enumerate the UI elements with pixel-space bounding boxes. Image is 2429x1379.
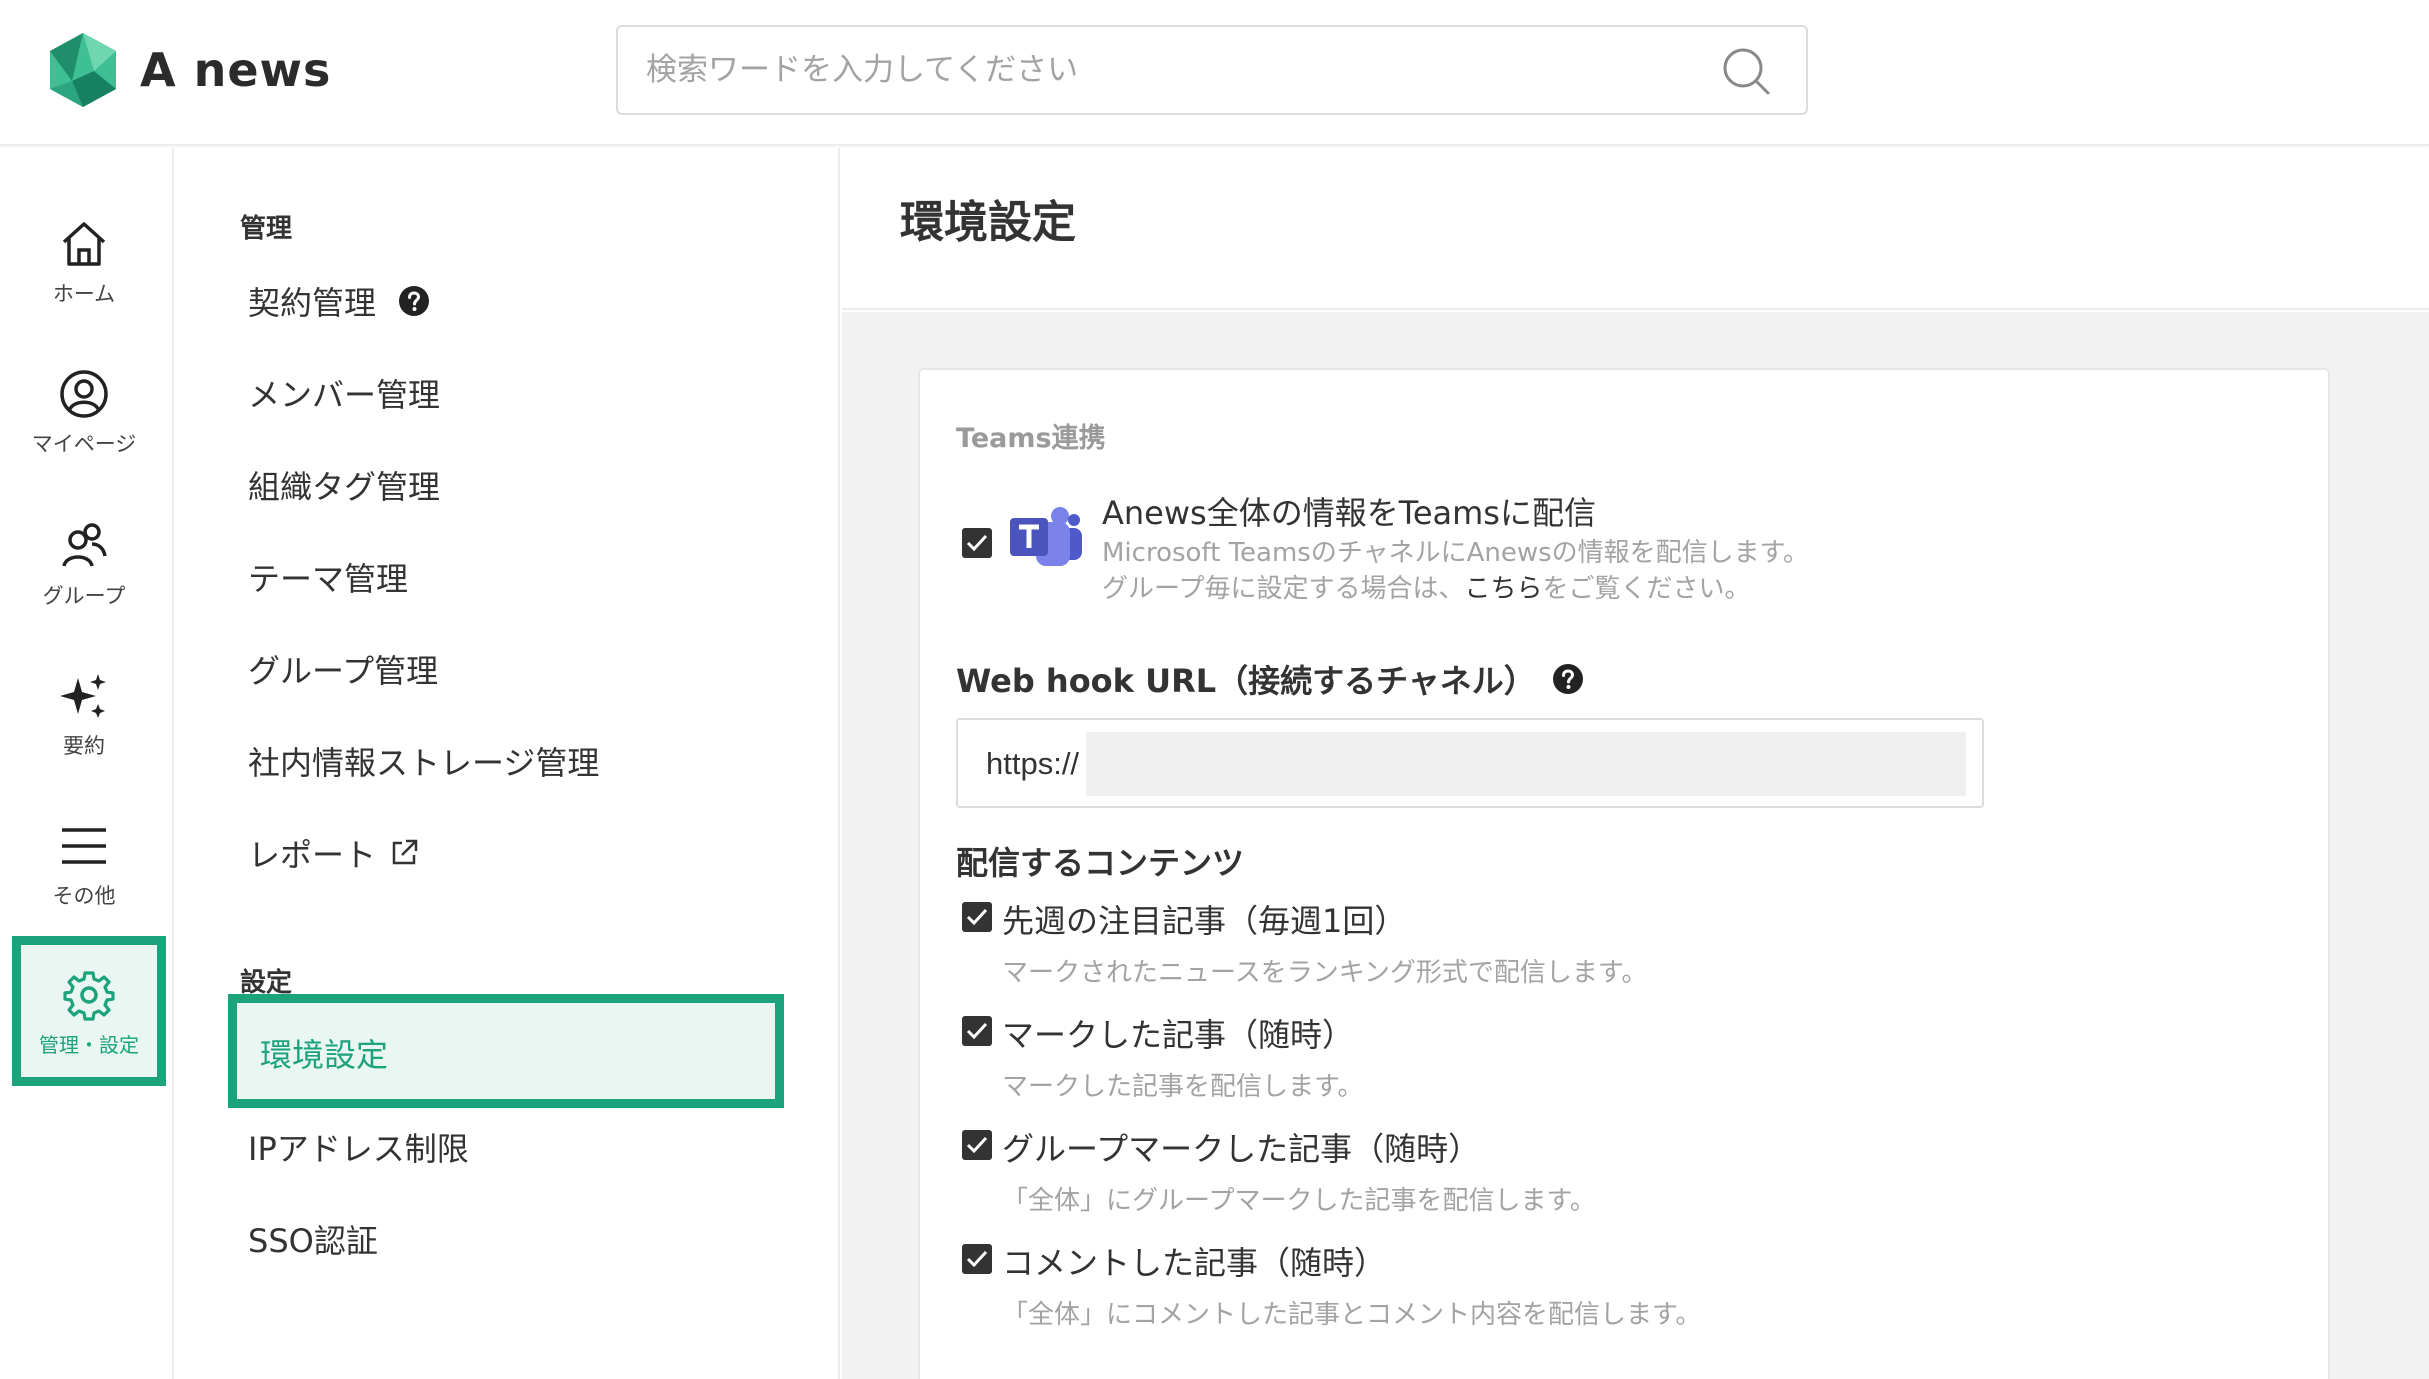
search-input[interactable] <box>646 27 1686 113</box>
external-link-icon <box>392 839 418 865</box>
redacted-url <box>1086 732 1966 796</box>
rail-item-group[interactable]: グループ <box>20 498 148 628</box>
option-checkbox-weekly[interactable] <box>962 902 992 932</box>
menu-item-sso[interactable]: SSO認証 <box>248 1216 378 1262</box>
group-icon <box>62 523 107 567</box>
rail-item-home[interactable]: ホーム <box>20 196 148 326</box>
menu-item-label: 環境設定 <box>260 1036 389 1074</box>
note-text: グループ毎に設定する場合は、 <box>1102 574 1465 604</box>
group-settings-link[interactable]: こちら <box>1464 574 1542 604</box>
webhook-label-text: Web hook URL（接続するチャネル） <box>956 662 1536 700</box>
contents-heading: 配信するコンテンツ <box>956 844 1245 882</box>
note-text: をご覧ください。 <box>1542 574 1751 604</box>
menu-icon <box>62 828 106 864</box>
rail-label: グループ <box>42 584 126 608</box>
option-checkbox-marked[interactable] <box>962 1016 992 1046</box>
menu-item-members[interactable]: メンバー管理 <box>248 370 440 416</box>
rail-label: 要約 <box>63 734 105 758</box>
rail-label: 管理・設定 <box>39 1033 139 1057</box>
menu-item-label: メンバー管理 <box>248 376 441 414</box>
check-icon <box>966 534 988 552</box>
menu-item-report[interactable]: レポート <box>248 830 420 876</box>
rail-label: ホーム <box>52 282 116 306</box>
menu-item-label: 組織タグ管理 <box>248 468 441 506</box>
teams-group-note: グループ毎に設定する場合は、こちらをご覧ください。 <box>1102 568 1750 605</box>
rail-item-other[interactable]: その他 <box>20 798 148 928</box>
rail-label: その他 <box>52 884 116 908</box>
webhook-url-input[interactable]: https:// <box>956 718 1984 808</box>
check-icon <box>966 1136 988 1154</box>
menu-item-label: SSO認証 <box>248 1222 378 1260</box>
webhook-label: Web hook URL（接続するチャネル） <box>956 656 1584 702</box>
search-icon[interactable] <box>1720 45 1772 97</box>
menu-item-label: テーマ管理 <box>248 560 409 598</box>
settings-card: Teams連携 Anews全体の情報をTeamsに配信 Microsoft Te… <box>918 368 2330 1379</box>
app-logo[interactable]: A news <box>44 30 331 110</box>
settings-menu: 管理 契約管理 メンバー管理 組織タグ管理 テーマ管理 グループ管理 社内情報ス… <box>176 148 840 1379</box>
page-title: 環境設定 <box>900 197 1076 248</box>
menu-item-label: レポート <box>248 836 377 874</box>
menu-item-contract[interactable]: 契約管理 <box>248 278 430 324</box>
logo-text: A news <box>140 43 332 97</box>
menu-item-ip-restriction[interactable]: IPアドレス制限 <box>248 1124 469 1170</box>
section-label-teams: Teams連携 <box>956 423 1106 454</box>
teams-description: Microsoft TeamsのチャネルにAnewsの情報を配信します。 <box>1102 538 1810 568</box>
menu-item-label: 社内情報ストレージ管理 <box>248 744 600 782</box>
nav-rail: ホーム マイページ グループ 要約 その他 管理・設定 <box>0 148 174 1379</box>
menu-item-environment[interactable]: 環境設定 <box>228 994 784 1108</box>
option-title: マークした記事（随時） <box>1002 1016 1355 1054</box>
option-description: マークした記事を配信します。 <box>1002 1072 1364 1102</box>
option-checkbox-group-marked[interactable] <box>962 1130 992 1160</box>
option-title: 先週の注目記事（毎週1回） <box>1002 902 1407 940</box>
menu-item-org-tags[interactable]: 組織タグ管理 <box>248 462 440 508</box>
teams-title: Anews全体の情報をTeamsに配信 <box>1102 494 1596 532</box>
option-title: グループマークした記事（随時） <box>1002 1130 1481 1168</box>
app-header: A news <box>0 0 2429 146</box>
option-checkbox-commented[interactable] <box>962 1244 992 1274</box>
search-box <box>616 25 1808 115</box>
rail-item-mypage[interactable]: マイページ <box>20 346 148 476</box>
check-icon <box>966 908 988 926</box>
option-description: 「全体」にグループマークした記事を配信します。 <box>1002 1186 1596 1216</box>
rail-label: マイページ <box>31 432 137 456</box>
teams-icon <box>1010 507 1082 566</box>
sparkle-icon <box>60 674 106 718</box>
menu-item-label: グループ管理 <box>248 652 439 690</box>
check-icon <box>966 1022 988 1040</box>
home-icon <box>62 222 106 266</box>
check-icon <box>966 1250 988 1268</box>
webhook-url-value: https:// <box>986 746 1080 781</box>
menu-section-admin: 管理 <box>240 214 293 244</box>
help-icon[interactable] <box>398 285 430 317</box>
option-description: マークされたニュースをランキング形式で配信します。 <box>1002 958 1648 988</box>
gear-icon <box>63 971 115 1021</box>
menu-item-groups[interactable]: グループ管理 <box>248 646 438 692</box>
menu-item-label: IPアドレス制限 <box>248 1130 469 1168</box>
rail-item-admin-settings[interactable]: 管理・設定 <box>12 936 166 1086</box>
menu-item-themes[interactable]: テーマ管理 <box>248 554 408 600</box>
rail-item-summary[interactable]: 要約 <box>20 648 148 778</box>
user-circle-icon <box>60 370 108 418</box>
anews-logo-icon <box>50 33 116 107</box>
menu-item-label: 契約管理 <box>248 284 377 322</box>
menu-item-storage[interactable]: 社内情報ストレージ管理 <box>248 738 599 784</box>
teams-enable-checkbox[interactable] <box>962 528 992 558</box>
page-header: 環境設定 <box>842 148 2429 310</box>
option-description: 「全体」にコメントした記事とコメント内容を配信します。 <box>1002 1300 1702 1330</box>
help-icon[interactable] <box>1552 663 1584 695</box>
option-title: コメントした記事（随時） <box>1002 1244 1387 1282</box>
